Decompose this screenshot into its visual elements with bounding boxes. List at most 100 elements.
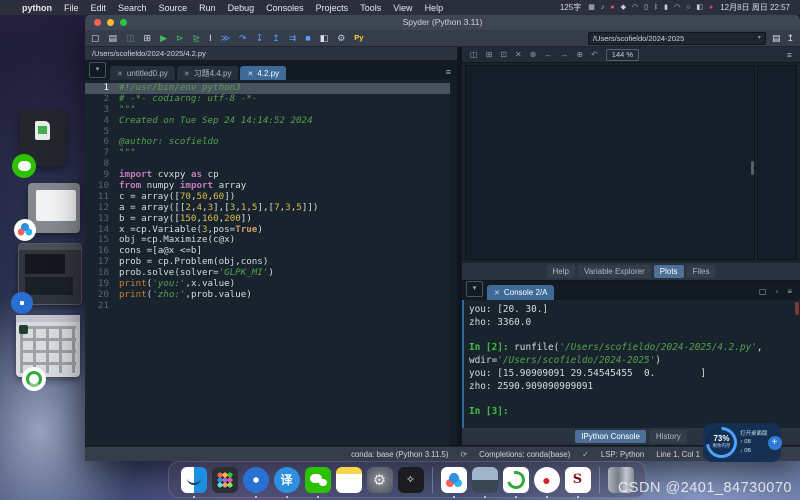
- new-console-icon[interactable]: ▢: [759, 287, 767, 296]
- pane-tab-help[interactable]: Help: [547, 265, 575, 278]
- copy-plot-icon[interactable]: ⊡: [500, 51, 507, 59]
- plots-zoom-level[interactable]: 144 %: [606, 49, 639, 61]
- dock-icon-translate-app[interactable]: 译: [274, 467, 300, 493]
- previous-plot-icon[interactable]: ←: [544, 51, 552, 59]
- search-icon[interactable]: ○: [686, 4, 690, 11]
- editor-scrollbar[interactable]: [450, 80, 457, 445]
- window-titlebar[interactable]: Spyder (Python 3.11): [85, 14, 800, 30]
- step-into-icon[interactable]: ↧: [256, 34, 264, 43]
- continue-icon[interactable]: ⇉: [289, 34, 297, 43]
- run-selection-icon[interactable]: I: [209, 34, 212, 43]
- browse-directory-icon[interactable]: ▤: [772, 34, 781, 43]
- menu-item-edit[interactable]: Edit: [91, 3, 107, 13]
- pane-tab-plots[interactable]: Plots: [654, 265, 684, 278]
- shapes-icon[interactable]: ◆: [621, 4, 626, 11]
- minimized-window-ide[interactable]: [18, 243, 82, 305]
- console-browse-tabs-button[interactable]: ▾: [466, 281, 483, 297]
- control-center-icon[interactable]: ◧: [696, 4, 703, 11]
- save-all-plots-icon[interactable]: ⊞: [486, 51, 493, 59]
- dock-icon-green-ring-app[interactable]: [503, 467, 529, 493]
- code-editor[interactable]: 1#!/usr/bin/env python32# -*- codiarng: …: [85, 80, 457, 445]
- close-console-icon[interactable]: ✕: [494, 289, 500, 297]
- save-icon[interactable]: ◫: [126, 34, 135, 43]
- recording-dot-icon[interactable]: ●: [709, 4, 713, 11]
- console-tab[interactable]: ✕ Console 2/A: [487, 285, 554, 300]
- menu-clock[interactable]: 12月8日 周日 22:57: [720, 2, 790, 13]
- minimized-window-files[interactable]: [16, 315, 80, 377]
- editor-tab-untitled0.py[interactable]: ✕untitled0.py: [110, 66, 175, 81]
- console-scrollbar[interactable]: [795, 302, 799, 315]
- preferences-icon[interactable]: ⚙: [337, 34, 345, 43]
- dock-icon-finder[interactable]: [181, 467, 207, 493]
- step-over-icon[interactable]: ↷: [239, 34, 247, 43]
- dock-icon-notes[interactable]: [336, 467, 362, 493]
- menu-item-projects[interactable]: Projects: [316, 3, 349, 13]
- close-tab-icon[interactable]: ✕: [117, 70, 123, 78]
- remove-all-plots-icon[interactable]: ⊗: [530, 51, 537, 59]
- next-plot-icon[interactable]: →: [560, 51, 568, 59]
- display-icon[interactable]: ▯: [644, 4, 648, 11]
- editor-tab-4.2.py[interactable]: ✕4.2.py: [240, 66, 286, 81]
- battery-icon[interactable]: ▮: [664, 4, 668, 11]
- zoom-in-icon[interactable]: ⊕: [576, 51, 583, 59]
- maximize-pane-icon[interactable]: ◧: [320, 34, 329, 43]
- plots-thumbnail-list[interactable]: [757, 65, 797, 260]
- plots-options-icon[interactable]: ≡: [787, 50, 792, 60]
- menu-item-run[interactable]: Run: [199, 3, 216, 13]
- editor-tab-习题4.4.py[interactable]: ✕习题4.4.py: [177, 66, 239, 81]
- input-method-icon[interactable]: ▦: [588, 4, 595, 11]
- browse-tabs-button[interactable]: ▾: [89, 62, 106, 78]
- close-tab-icon[interactable]: ✕: [247, 70, 253, 78]
- run-cell-advance-icon[interactable]: ⊵: [193, 34, 201, 43]
- run-cell-icon[interactable]: ⊳: [176, 34, 184, 43]
- dock-icon-meeting-app[interactable]: [441, 467, 467, 493]
- minimized-window-file[interactable]: [20, 110, 66, 166]
- input-indicator[interactable]: 125字: [560, 2, 581, 13]
- zoom-out-icon[interactable]: ↶: [591, 51, 598, 59]
- floating-memory-widget[interactable]: 73% 剩余内存 打开桌面版 ↑ 0B ↓ 0B +: [703, 423, 781, 462]
- console-options-icon[interactable]: ≡: [787, 287, 792, 296]
- open-file-icon[interactable]: ▤: [109, 34, 118, 43]
- pane-tab-variable-explorer[interactable]: Variable Explorer: [578, 265, 651, 278]
- dock-icon-spyder-app[interactable]: S: [565, 467, 591, 493]
- widget-add-button[interactable]: +: [768, 436, 782, 450]
- minimized-window-dialog[interactable]: [28, 183, 80, 233]
- dock-icon-screenshot-app[interactable]: [472, 467, 498, 493]
- dock-icon-wechat[interactable]: [305, 467, 331, 493]
- menu-item-debug[interactable]: Debug: [228, 3, 255, 13]
- parent-directory-icon[interactable]: ↥: [786, 34, 794, 43]
- menu-item-file[interactable]: File: [64, 3, 79, 13]
- bluetooth-icon[interactable]: ᛒ: [654, 4, 658, 11]
- plots-canvas[interactable]: [465, 65, 755, 260]
- pythonpath-icon[interactable]: Py: [354, 34, 363, 42]
- dock-icon-keychain[interactable]: ✧: [398, 467, 424, 493]
- dock-icon-system-settings[interactable]: ⚙: [367, 467, 393, 493]
- menu-item-consoles[interactable]: Consoles: [266, 3, 304, 13]
- close-tab-icon[interactable]: ✕: [184, 70, 190, 78]
- cloud-icon[interactable]: ◠: [632, 4, 638, 11]
- dock-icon-red-apple-app[interactable]: ●: [534, 467, 560, 493]
- menu-item-search[interactable]: Search: [118, 3, 147, 13]
- wifi-icon[interactable]: ◠: [674, 4, 680, 11]
- menu-item-view[interactable]: View: [393, 3, 412, 13]
- run-file-icon[interactable]: ▶: [160, 34, 167, 43]
- dock-icon-chrome[interactable]: [243, 467, 269, 493]
- plots-scrollbar[interactable]: [751, 161, 754, 175]
- pane-tab-files[interactable]: Files: [687, 265, 716, 278]
- menu-item-source[interactable]: Source: [159, 3, 188, 13]
- dock-icon-launchpad[interactable]: [212, 467, 238, 493]
- new-file-icon[interactable]: ▢: [91, 34, 100, 43]
- remove-plot-icon[interactable]: ✕: [515, 51, 522, 59]
- menu-item-tools[interactable]: Tools: [360, 3, 381, 13]
- app-menu[interactable]: python: [22, 3, 52, 13]
- debug-file-icon[interactable]: ≫: [221, 34, 230, 43]
- screen-record-icon[interactable]: ●: [610, 4, 614, 11]
- footer-tab-history[interactable]: History: [650, 430, 687, 443]
- step-out-icon[interactable]: ↥: [272, 34, 280, 43]
- stop-icon[interactable]: ■: [305, 34, 310, 43]
- microphone-icon[interactable]: ♪: [601, 4, 605, 11]
- menu-item-help[interactable]: Help: [425, 3, 444, 13]
- save-all-icon[interactable]: ⊞: [144, 34, 152, 43]
- footer-tab-ipython-console[interactable]: IPython Console: [575, 430, 646, 443]
- console-output[interactable]: you: [20. 30.]zho: 3360.0In [2]: runfile…: [462, 300, 800, 428]
